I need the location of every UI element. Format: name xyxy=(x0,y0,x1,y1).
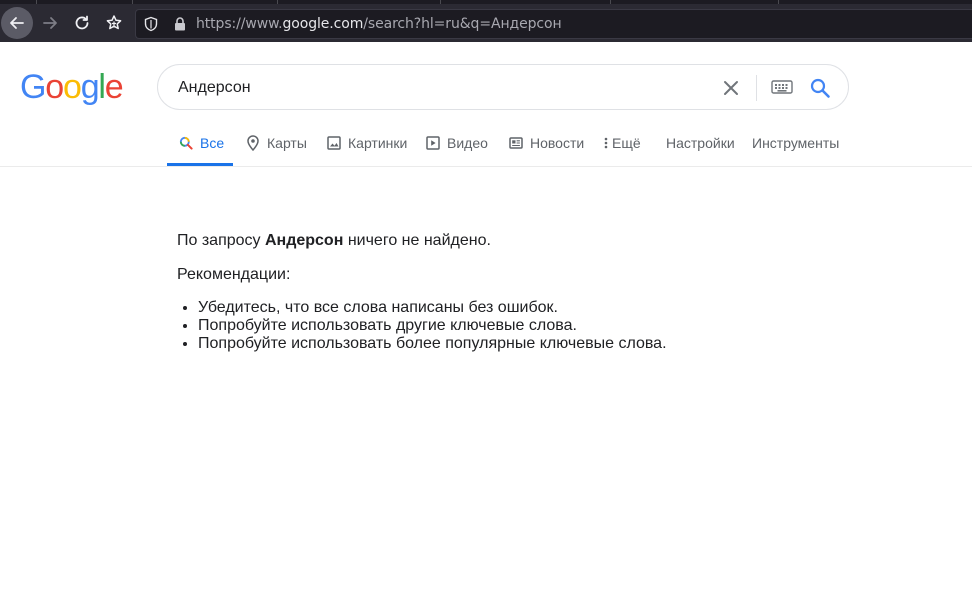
tab-videos[interactable]: Видео xyxy=(425,128,488,166)
bookmark-button[interactable] xyxy=(98,7,130,39)
tab-label: Картинки xyxy=(348,135,408,151)
star-plus-icon xyxy=(106,15,122,30)
logo-letter: G xyxy=(20,68,46,106)
logo-letter: g xyxy=(80,68,100,106)
keyboard-button[interactable] xyxy=(771,80,793,99)
message-suffix: ничего не найдено. xyxy=(343,232,491,249)
address-bar[interactable]: https://www.google.com/search?hl=ru&q=Ан… xyxy=(135,9,972,39)
tab-label: Видео xyxy=(447,135,488,151)
search-button[interactable] xyxy=(809,77,831,104)
header-divider xyxy=(0,166,972,167)
tab-more[interactable]: Ещё xyxy=(603,128,641,166)
logo-letter: o xyxy=(62,68,82,106)
google-logo[interactable]: Google xyxy=(20,67,124,107)
close-icon xyxy=(724,81,738,95)
no-results-message: По запросу Андерсон ничего не найдено. xyxy=(177,231,877,251)
url-prefix: https://www. xyxy=(196,16,283,32)
query-term: Андерсон xyxy=(264,232,344,249)
logo-letter: o xyxy=(45,68,64,106)
arrow-left-icon xyxy=(10,17,24,29)
news-icon xyxy=(508,135,524,151)
list-item: Попробуйте использовать более популярные… xyxy=(198,335,877,353)
tab-label: Ещё xyxy=(612,135,641,151)
tab-tools[interactable]: Инструменты xyxy=(752,128,839,166)
search-icon xyxy=(810,78,830,98)
url-host: google.com xyxy=(282,16,364,32)
list-item: Попробуйте использовать другие ключевые … xyxy=(198,317,877,335)
map-pin-icon xyxy=(245,135,261,151)
image-icon xyxy=(326,135,342,151)
keyboard-icon xyxy=(771,80,793,94)
tab-images[interactable]: Картинки xyxy=(326,128,407,166)
logo-letter: e xyxy=(104,68,124,106)
browser-toolbar: https://www.google.com/search?hl=ru&q=Ан… xyxy=(0,4,972,42)
search-input[interactable] xyxy=(178,77,698,99)
shield-icon[interactable] xyxy=(143,16,159,32)
suggestions-list: Убедитесь, что все слова написаны без ош… xyxy=(177,299,877,353)
url-text[interactable]: https://www.google.com/search?hl=ru&q=Ан… xyxy=(196,16,562,32)
list-item: Убедитесь, что все слова написаны без ош… xyxy=(198,299,877,317)
video-icon xyxy=(425,135,441,151)
reload-button[interactable] xyxy=(66,7,98,39)
search-divider xyxy=(756,75,757,101)
forward-button[interactable] xyxy=(34,7,66,39)
search-icon xyxy=(178,135,194,151)
tab-label: Новости xyxy=(530,135,585,151)
tab-all[interactable]: Все xyxy=(167,128,233,166)
arrow-right-icon xyxy=(43,17,57,29)
no-results-panel: По запросу Андерсон ничего не найдено. Р… xyxy=(177,231,877,353)
clear-button[interactable] xyxy=(721,78,741,98)
url-path: /search?hl=ru&q=Андерсон xyxy=(363,16,562,32)
tab-label: Инструменты xyxy=(752,135,840,151)
tab-maps[interactable]: Карты xyxy=(245,128,307,166)
reload-icon xyxy=(75,15,89,30)
lock-icon[interactable] xyxy=(172,16,188,32)
message-prefix: По запросу xyxy=(177,232,265,249)
tab-label: Настройки xyxy=(666,135,735,151)
search-box xyxy=(157,64,849,110)
tab-label: Все xyxy=(200,135,225,151)
tab-news[interactable]: Новости xyxy=(508,128,584,166)
tab-label: Карты xyxy=(267,135,307,151)
more-vert-icon xyxy=(603,135,609,151)
recommendations-label: Рекомендации: xyxy=(177,266,291,283)
back-button[interactable] xyxy=(1,7,33,39)
tab-settings[interactable]: Настройки xyxy=(666,128,735,166)
